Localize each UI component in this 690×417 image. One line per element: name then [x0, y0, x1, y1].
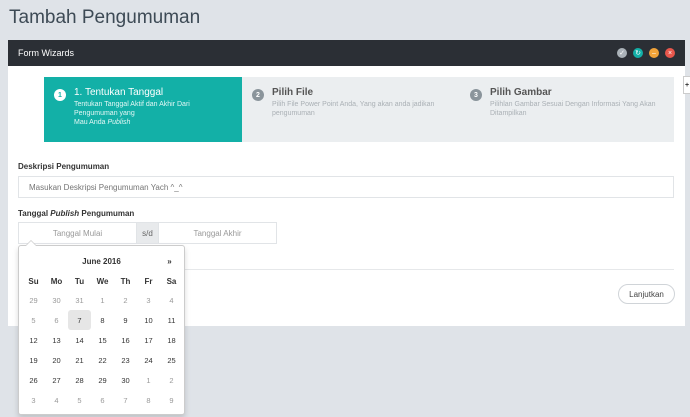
calendar-day[interactable]: 6	[91, 390, 114, 410]
day-of-week-header: Su	[28, 276, 39, 286]
calendar-day[interactable]: 2	[160, 370, 183, 390]
day-of-week-header: Tu	[74, 276, 85, 286]
calendar-day[interactable]: 13	[45, 330, 68, 350]
panel-controls: ✓ ↻ – ×	[617, 48, 675, 58]
next-month-button[interactable]: »	[158, 257, 181, 266]
calendar-day[interactable]: 23	[114, 350, 137, 370]
calendar-day[interactable]: 3	[137, 290, 160, 310]
wizard-step-1[interactable]: 1 1. Tentukan Tanggal Tentukan Tanggal A…	[44, 77, 242, 142]
wizard-steps: 1 1. Tentukan Tanggal Tentukan Tanggal A…	[44, 77, 674, 142]
step-title: 1. Tentukan Tanggal	[74, 87, 164, 98]
calendar-day[interactable]: 4	[160, 290, 183, 310]
calendar-day[interactable]: 4	[45, 390, 68, 410]
calendar-day[interactable]: 5	[22, 310, 45, 330]
step-number: 3	[470, 89, 482, 101]
calendar-day[interactable]: 12	[22, 330, 45, 350]
publish-date-label: Tanggal Publish Pengumuman	[18, 209, 135, 218]
step-description: Pilih File Power Point Anda, Yang akan a…	[272, 101, 435, 117]
end-date-input[interactable]: Tanggal Akhir	[159, 223, 276, 243]
step-number: 1	[54, 89, 66, 101]
wizard-step-2[interactable]: 2 Pilih File Pilih File Power Point Anda…	[242, 77, 460, 142]
panel-title: Form Wizards	[18, 48, 74, 58]
panel-header: Form Wizards ✓ ↻ – ×	[8, 40, 685, 66]
calendar-day[interactable]: 18	[160, 330, 183, 350]
calendar-day[interactable]: 20	[45, 350, 68, 370]
calendar-day[interactable]: 25	[160, 350, 183, 370]
calendar-day[interactable]: 31	[68, 290, 91, 310]
minimize-icon[interactable]: –	[649, 48, 659, 58]
day-of-week-header: Sa	[166, 276, 177, 286]
description-label: Deskripsi Pengumuman	[18, 162, 110, 171]
calendar-day[interactable]: 8	[137, 390, 160, 410]
calendar-day[interactable]: 27	[45, 370, 68, 390]
day-of-week-header: We	[96, 276, 109, 286]
step-description: Pilihlan Gambar Sesuai Dengan Informasi …	[490, 101, 656, 117]
calendar-day[interactable]: 1	[91, 290, 114, 310]
date-separator: s/d	[136, 223, 159, 243]
calendar-day[interactable]: 1	[137, 370, 160, 390]
calendar-day[interactable]: 28	[68, 370, 91, 390]
calendar-day[interactable]: 22	[91, 350, 114, 370]
calendar-day[interactable]: 6	[45, 310, 68, 330]
datepicker-header: June 2016 »	[22, 250, 181, 272]
datepicker-popup: June 2016 » Su Mo Tu We Th Fr Sa 29 30 31 1 2 3 4 5 6 7 8…	[18, 240, 185, 415]
day-of-week-header: Fr	[144, 276, 153, 286]
settings-icon[interactable]: ✓	[617, 48, 627, 58]
publish-date-range: Tanggal Mulai s/d Tanggal Akhir	[18, 222, 277, 244]
calendar-day[interactable]: 29	[91, 370, 114, 390]
next-button[interactable]: Lanjutkan	[618, 284, 675, 304]
description-input[interactable]	[18, 176, 674, 198]
calendar-day[interactable]: 17	[137, 330, 160, 350]
calendar-day[interactable]: 15	[91, 330, 114, 350]
refresh-icon[interactable]: ↻	[633, 48, 643, 58]
datepicker-grid: Su Mo Tu We Th Fr Sa 29 30 31 1 2 3 4 5 6 7 8 9 10 11 12 13 14 1…	[22, 272, 181, 410]
calendar-day[interactable]: 9	[114, 310, 137, 330]
calendar-day[interactable]: 14	[68, 330, 91, 350]
calendar-day[interactable]: 7	[68, 310, 91, 330]
calendar-day[interactable]: 2	[114, 290, 137, 310]
calendar-day[interactable]: 29	[22, 290, 45, 310]
page-title: Tambah Pengumuman	[9, 7, 201, 28]
calendar-day[interactable]: 19	[22, 350, 45, 370]
calendar-day[interactable]: 16	[114, 330, 137, 350]
calendar-day[interactable]: 10	[137, 310, 160, 330]
calendar-day[interactable]: 8	[91, 310, 114, 330]
day-of-week-header: Th	[120, 276, 131, 286]
step-description: Tentukan Tanggal Aktif dan Akhir Dari Pe…	[74, 101, 190, 126]
step-number: 2	[252, 89, 264, 101]
calendar-day[interactable]: 24	[137, 350, 160, 370]
step-title: Pilih Gambar	[490, 87, 552, 98]
calendar-day[interactable]: 21	[68, 350, 91, 370]
calendar-day[interactable]: 5	[68, 390, 91, 410]
calendar-day[interactable]: 9	[160, 390, 183, 410]
calendar-day[interactable]: 3	[22, 390, 45, 410]
month-switch[interactable]: June 2016	[45, 257, 158, 266]
close-icon[interactable]: ×	[665, 48, 675, 58]
side-tab[interactable]: +	[683, 76, 690, 94]
calendar-day[interactable]: 26	[22, 370, 45, 390]
calendar-day[interactable]: 11	[160, 310, 183, 330]
day-of-week-header: Mo	[50, 276, 63, 286]
calendar-day[interactable]: 7	[114, 390, 137, 410]
calendar-day[interactable]: 30	[45, 290, 68, 310]
step-title: Pilih File	[272, 87, 314, 98]
calendar-day[interactable]: 30	[114, 370, 137, 390]
wizard-step-3[interactable]: 3 Pilih Gambar Pilihlan Gambar Sesuai De…	[460, 77, 674, 142]
